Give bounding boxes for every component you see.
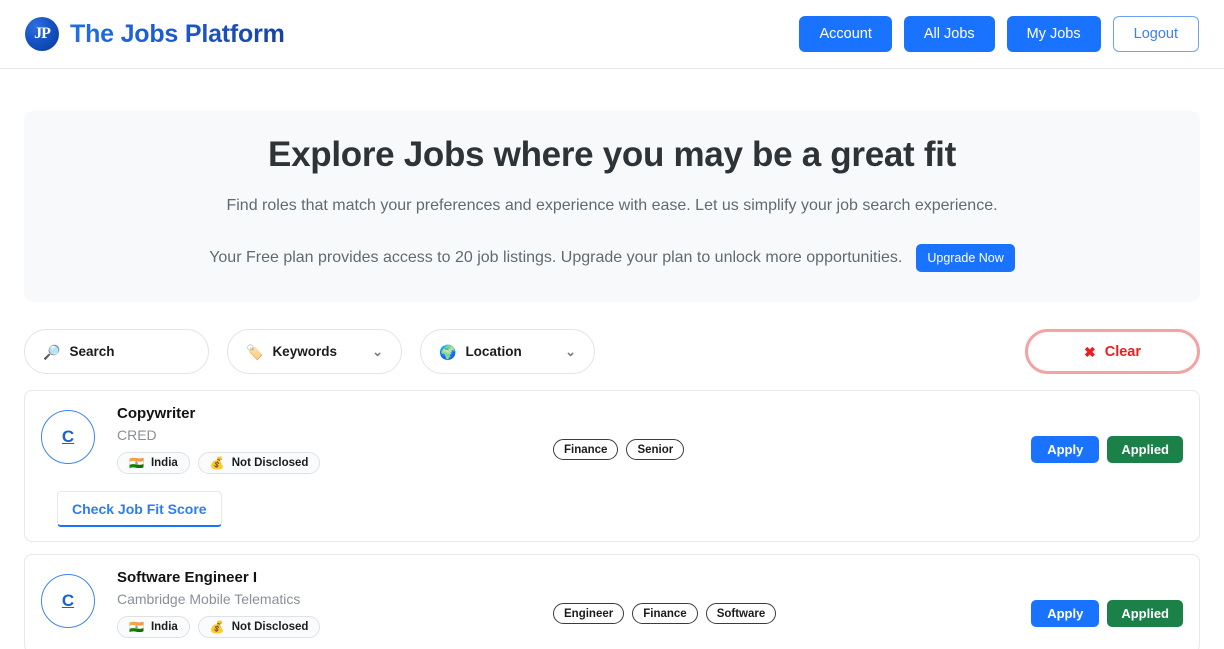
salary-badge: 💰 Not Disclosed: [197, 452, 321, 475]
job-list: C Copywriter CRED 🇮🇳 India 💰 Not Disclos…: [24, 390, 1200, 649]
globe-icon: 🌍: [439, 343, 457, 360]
hero-banner: Explore Jobs where you may be a great fi…: [24, 111, 1200, 303]
tag-icon: 🏷️: [246, 343, 264, 360]
job-card[interactable]: C Copywriter CRED 🇮🇳 India 💰 Not Disclos…: [24, 390, 1200, 543]
location-dropdown[interactable]: 🌍 Location ⌄: [420, 329, 595, 375]
location-label: Location: [465, 344, 522, 360]
job-actions: Apply Applied: [1031, 600, 1183, 628]
location-badge: 🇮🇳 India: [117, 452, 190, 475]
logo-monogram: JP: [34, 25, 51, 42]
avatar-letter: C: [61, 591, 75, 611]
keywords-dropdown[interactable]: 🏷️ Keywords ⌄: [227, 329, 402, 375]
job-meta-badges: 🇮🇳 India 💰 Not Disclosed: [117, 452, 537, 475]
keywords-label: Keywords: [272, 344, 337, 360]
plan-notice-row: Your Free plan provides access to 20 job…: [44, 244, 1180, 273]
apply-button[interactable]: Apply: [1031, 600, 1100, 628]
avatar-letter: C: [61, 427, 75, 447]
job-card[interactable]: C Software Engineer I Cambridge Mobile T…: [24, 554, 1200, 649]
search-icon: 🔎: [43, 343, 61, 360]
flag-india-icon: 🇮🇳: [129, 620, 144, 635]
clear-label: Clear: [1104, 343, 1141, 360]
job-company: Cambridge Mobile Telematics: [117, 591, 301, 608]
job-title: Copywriter: [117, 405, 196, 423]
money-bag-icon: 💰: [209, 456, 225, 471]
location-badge-label: India: [150, 621, 178, 634]
nav-logout-button[interactable]: Logout: [1112, 16, 1199, 52]
hero-subtitle: Find roles that match your preferences a…: [226, 197, 998, 215]
job-tag[interactable]: Engineer: [553, 603, 625, 625]
filter-bar: 🔎 Search 🏷️ Keywords ⌄ 🌍 Location ⌄ ✖ Cl…: [24, 329, 1200, 375]
page-title: Explore Jobs where you may be a great fi…: [268, 135, 956, 174]
header-nav: Account All Jobs My Jobs Logout: [799, 16, 1199, 52]
company-logo-avatar: C: [41, 410, 95, 465]
job-company: CRED: [117, 427, 157, 444]
job-info: Software Engineer I Cambridge Mobile Tel…: [117, 569, 537, 639]
job-meta-badges: 🇮🇳 India 💰 Not Disclosed: [117, 616, 537, 639]
clear-filters-button[interactable]: ✖ Clear: [1025, 329, 1200, 375]
salary-badge-label: Not Disclosed: [231, 621, 309, 634]
job-title: Software Engineer I: [117, 569, 258, 587]
brand-title: The Jobs Platform: [70, 19, 285, 48]
nav-all-jobs-button[interactable]: All Jobs: [903, 16, 995, 52]
search-label: Search: [69, 344, 115, 360]
check-job-fit-score-button[interactable]: Check Job Fit Score: [57, 491, 222, 528]
flag-india-icon: 🇮🇳: [129, 456, 144, 471]
applied-button[interactable]: Applied: [1107, 600, 1183, 628]
nav-my-jobs-button[interactable]: My Jobs: [1006, 16, 1101, 52]
app-header: JP The Jobs Platform Account All Jobs My…: [0, 0, 1224, 69]
job-info: Copywriter CRED 🇮🇳 India 💰 Not Disclosed: [117, 405, 537, 475]
location-badge: 🇮🇳 India: [117, 616, 190, 639]
location-badge-label: India: [150, 457, 178, 470]
job-tag[interactable]: Senior: [626, 439, 685, 461]
nav-account-button[interactable]: Account: [799, 16, 892, 52]
job-tag[interactable]: Finance: [632, 603, 698, 625]
job-tag[interactable]: Finance: [553, 439, 619, 461]
logo-icon: JP: [25, 17, 59, 51]
job-card-row: C Software Engineer I Cambridge Mobile T…: [41, 569, 1183, 639]
apply-button[interactable]: Apply: [1031, 436, 1100, 464]
chevron-down-icon: ⌄: [565, 344, 576, 360]
job-tags: Engineer Finance Software: [553, 603, 1031, 625]
plan-notice-text: Your Free plan provides access to 20 job…: [209, 249, 903, 267]
company-logo-avatar: C: [41, 574, 95, 629]
close-icon: ✖: [1083, 343, 1096, 360]
job-actions: Apply Applied: [1031, 436, 1183, 464]
salary-badge-label: Not Disclosed: [231, 457, 309, 470]
salary-badge: 💰 Not Disclosed: [197, 616, 321, 639]
search-input[interactable]: 🔎 Search: [24, 329, 209, 375]
upgrade-now-button[interactable]: Upgrade Now: [916, 244, 1015, 273]
job-tag[interactable]: Software: [705, 603, 777, 625]
applied-button[interactable]: Applied: [1107, 436, 1183, 464]
brand: JP The Jobs Platform: [25, 17, 285, 51]
job-tags: Finance Senior: [553, 439, 1031, 461]
chevron-down-icon: ⌄: [372, 344, 383, 360]
job-card-row: C Copywriter CRED 🇮🇳 India 💰 Not Disclos…: [41, 405, 1183, 475]
money-bag-icon: 💰: [209, 620, 225, 635]
